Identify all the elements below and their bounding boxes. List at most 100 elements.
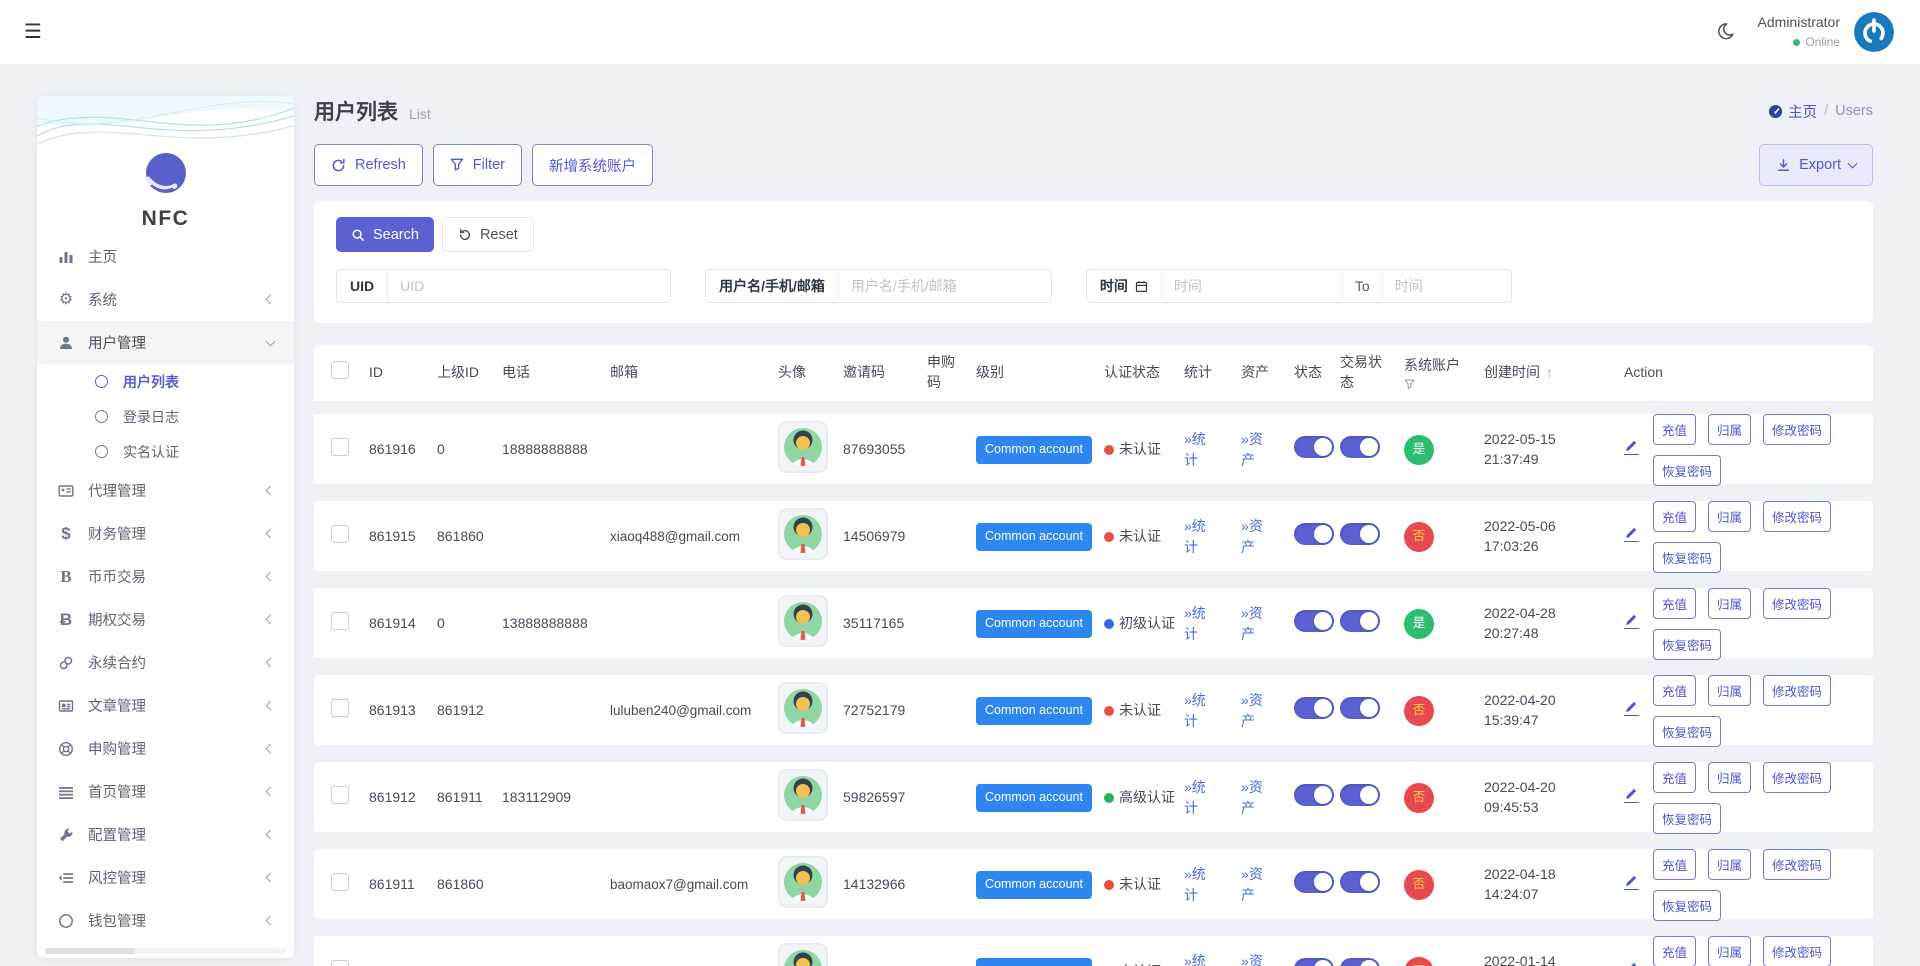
sidebar-item-finance-management[interactable]: $ 财务管理 — [37, 512, 294, 555]
sidebar-item-config-management[interactable]: 配置管理 — [37, 813, 294, 856]
stats-link[interactable]: »统计 — [1184, 777, 1218, 819]
search-button[interactable]: Search — [336, 217, 434, 252]
belong-button[interactable]: 归属 — [1708, 675, 1751, 706]
recover-password-button[interactable]: 恢复密码 — [1653, 542, 1721, 573]
recover-password-button[interactable]: 恢复密码 — [1653, 890, 1721, 921]
trade-status-toggle[interactable] — [1340, 958, 1380, 966]
sidebar-item-user-management[interactable]: 用户管理 — [37, 321, 294, 364]
status-toggle[interactable] — [1294, 958, 1334, 966]
row-checkbox[interactable] — [331, 612, 349, 630]
sidebar-item-dashboard[interactable]: 主页 — [37, 235, 294, 278]
uid-input[interactable] — [388, 270, 670, 302]
recover-password-button[interactable]: 恢复密码 — [1653, 455, 1721, 486]
change-password-button[interactable]: 修改密码 — [1763, 675, 1831, 706]
row-checkbox[interactable] — [331, 699, 349, 717]
column-filter-funnel-icon[interactable] — [1404, 379, 1415, 390]
trade-status-toggle[interactable] — [1340, 697, 1380, 719]
recharge-button[interactable]: 充值 — [1653, 849, 1696, 880]
sidebar-subitem-realname-auth[interactable]: 实名认证 — [37, 434, 294, 469]
trade-status-toggle[interactable] — [1340, 610, 1380, 632]
time-to-input[interactable] — [1383, 270, 1511, 302]
user-avatar-image[interactable] — [778, 595, 828, 647]
column-header-created-time[interactable]: 创建时间 ↑ — [1484, 363, 1624, 383]
change-password-button[interactable]: 修改密码 — [1763, 849, 1831, 880]
assets-link[interactable]: »资产 — [1241, 951, 1275, 966]
belong-button[interactable]: 归属 — [1708, 762, 1751, 793]
edit-button[interactable] — [1624, 525, 1639, 542]
belong-button[interactable]: 归属 — [1708, 849, 1751, 880]
trade-status-toggle[interactable] — [1340, 871, 1380, 893]
select-all-checkbox[interactable] — [331, 361, 349, 379]
dark-mode-moon-icon[interactable] — [1712, 19, 1738, 45]
filter-button[interactable]: Filter — [433, 144, 522, 186]
sidebar-subitem-user-list[interactable]: 用户列表 — [37, 364, 294, 399]
status-toggle[interactable] — [1294, 871, 1334, 893]
stats-link[interactable]: »统计 — [1184, 516, 1218, 558]
change-password-button[interactable]: 修改密码 — [1763, 762, 1831, 793]
assets-link[interactable]: »资产 — [1241, 864, 1275, 906]
belong-button[interactable]: 归属 — [1708, 936, 1751, 966]
assets-link[interactable]: »资产 — [1241, 777, 1275, 819]
edit-button[interactable] — [1624, 873, 1639, 890]
edit-button[interactable] — [1624, 699, 1639, 716]
row-checkbox[interactable] — [331, 786, 349, 804]
time-from-input[interactable] — [1162, 270, 1342, 302]
breadcrumb-home-link[interactable]: 主页 — [1768, 101, 1817, 122]
trade-status-toggle[interactable] — [1340, 784, 1380, 806]
stats-link[interactable]: »统计 — [1184, 429, 1218, 471]
recharge-button[interactable]: 充值 — [1653, 588, 1696, 619]
change-password-button[interactable]: 修改密码 — [1763, 414, 1831, 445]
sidebar-scrollbar[interactable] — [45, 948, 286, 954]
status-toggle[interactable] — [1294, 436, 1334, 458]
assets-link[interactable]: »资产 — [1241, 690, 1275, 732]
edit-button[interactable] — [1624, 786, 1639, 803]
user-avatar-image[interactable] — [778, 421, 828, 473]
user-avatar-image[interactable] — [778, 508, 828, 560]
edit-button[interactable] — [1624, 612, 1639, 629]
trade-status-toggle[interactable] — [1340, 436, 1380, 458]
change-password-button[interactable]: 修改密码 — [1763, 501, 1831, 532]
stats-link[interactable]: »统计 — [1184, 864, 1218, 906]
user-avatar-image[interactable] — [778, 682, 828, 734]
sidebar-item-risk-management[interactable]: 风控管理 — [37, 856, 294, 899]
sidebar-item-option-trade[interactable]: Ƀ 期权交易 — [37, 598, 294, 641]
assets-link[interactable]: »资产 — [1241, 603, 1275, 645]
user-menu[interactable]: Administrator Online — [1758, 14, 1840, 50]
sidebar-item-agent-management[interactable]: 代理管理 — [37, 469, 294, 512]
sidebar-item-homepage-management[interactable]: 首页管理 — [37, 770, 294, 813]
edit-button[interactable] — [1624, 960, 1639, 966]
sidebar-item-system[interactable]: ⚙ 系统 — [37, 278, 294, 321]
row-checkbox[interactable] — [331, 438, 349, 456]
recharge-button[interactable]: 充值 — [1653, 414, 1696, 445]
add-system-account-button[interactable]: 新增系统账户 — [532, 144, 653, 186]
sidebar-subitem-login-log[interactable]: 登录日志 — [37, 399, 294, 434]
recharge-button[interactable]: 充值 — [1653, 936, 1696, 966]
status-toggle[interactable] — [1294, 784, 1334, 806]
row-checkbox[interactable] — [331, 525, 349, 543]
sidebar-item-subscription-management[interactable]: 申购管理 — [37, 727, 294, 770]
stats-link[interactable]: »统计 — [1184, 690, 1218, 732]
recharge-button[interactable]: 充值 — [1653, 501, 1696, 532]
user-avatar-image[interactable] — [778, 856, 828, 908]
sidebar-item-wallet-management[interactable]: 钱包管理 — [37, 899, 294, 942]
sidebar-item-perpetual-contract[interactable]: 永续合约 — [37, 641, 294, 684]
hamburger-menu-icon[interactable]: ☰ — [24, 22, 42, 42]
recover-password-button[interactable]: 恢复密码 — [1653, 716, 1721, 747]
recharge-button[interactable]: 充值 — [1653, 762, 1696, 793]
recover-password-button[interactable]: 恢复密码 — [1653, 803, 1721, 834]
belong-button[interactable]: 归属 — [1708, 501, 1751, 532]
edit-button[interactable] — [1624, 438, 1639, 455]
status-toggle[interactable] — [1294, 523, 1334, 545]
recover-password-button[interactable]: 恢复密码 — [1653, 629, 1721, 660]
account-input[interactable] — [839, 270, 1051, 302]
row-checkbox[interactable] — [331, 873, 349, 891]
assets-link[interactable]: »资产 — [1241, 429, 1275, 471]
status-toggle[interactable] — [1294, 697, 1334, 719]
user-avatar-image[interactable] — [778, 769, 828, 821]
belong-button[interactable]: 归属 — [1708, 588, 1751, 619]
sidebar-item-article-management[interactable]: 文章管理 — [37, 684, 294, 727]
change-password-button[interactable]: 修改密码 — [1763, 936, 1831, 966]
trade-status-toggle[interactable] — [1340, 523, 1380, 545]
refresh-button[interactable]: Refresh — [314, 144, 423, 186]
change-password-button[interactable]: 修改密码 — [1763, 588, 1831, 619]
